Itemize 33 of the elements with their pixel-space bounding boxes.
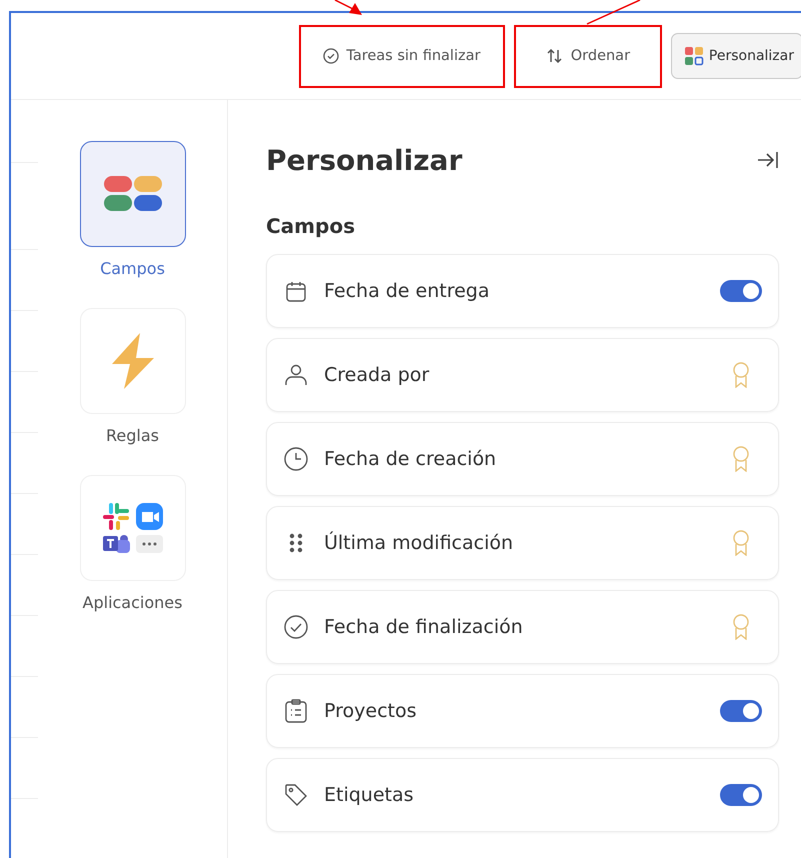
- color-blocks-icon: [102, 175, 162, 213]
- app-logos-icon: [102, 502, 164, 554]
- check-circle-icon: [284, 615, 308, 639]
- field-label: Creada por: [324, 364, 430, 386]
- lightning-icon: [110, 332, 156, 390]
- clock-icon: [284, 447, 308, 471]
- customize-button[interactable]: Personalizar: [670, 33, 801, 79]
- grid-icon: [684, 46, 704, 66]
- calendar-icon: [286, 280, 306, 302]
- toggle-switch[interactable]: [720, 280, 762, 302]
- toggle-switch[interactable]: [720, 700, 762, 722]
- clipboard-icon: [285, 699, 307, 723]
- panel-title: Personalizar: [266, 144, 462, 176]
- tag-icon: [284, 783, 308, 807]
- sort-icon: [546, 49, 564, 63]
- field-label: Fecha de entrega: [324, 280, 491, 302]
- field-label: Última modificación: [324, 532, 514, 554]
- annotation-arrow: [334, 0, 362, 15]
- ribbon-icon: [732, 614, 750, 640]
- user-icon: [284, 364, 308, 386]
- field-label: Proyectos: [324, 700, 418, 722]
- section-heading: Campos: [266, 214, 356, 238]
- ribbon-icon: [732, 362, 750, 388]
- ribbon-icon: [732, 446, 750, 472]
- field-label: Fecha de finalización: [324, 616, 524, 638]
- toggle-switch[interactable]: [720, 784, 762, 806]
- field-label: Fecha de creación: [324, 448, 498, 470]
- dots-grid-icon: [289, 533, 303, 553]
- leader-line: [586, 0, 640, 25]
- collapse-icon[interactable]: [757, 151, 779, 169]
- check-circle-icon: [323, 48, 340, 64]
- field-label: Etiquetas: [324, 784, 415, 806]
- ribbon-icon: [732, 530, 750, 556]
